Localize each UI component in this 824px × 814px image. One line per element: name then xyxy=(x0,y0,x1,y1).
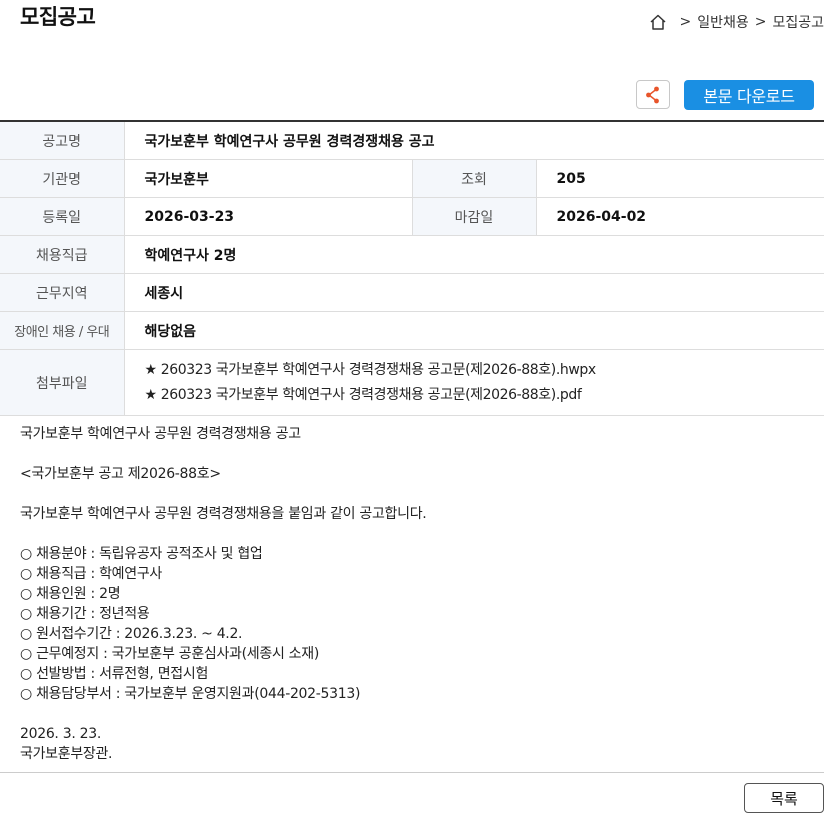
divider xyxy=(0,772,824,773)
table-row: 기관명 국가보훈부 조회 205 xyxy=(0,159,824,198)
attachment-link-hwpx[interactable]: ★ 260323 국가보훈부 학예연구사 경력경쟁채용 공고문(제2026-88… xyxy=(145,358,824,383)
attachment-link-pdf[interactable]: ★ 260323 국가보훈부 학예연구사 경력경쟁채용 공고문(제2026-88… xyxy=(145,383,824,408)
share-button[interactable] xyxy=(636,80,670,109)
notice-body: 국가보훈부 학예연구사 공무원 경력경쟁채용 공고 <국가보훈부 공고 제202… xyxy=(20,424,427,764)
breadcrumb: > 일반채용 > 모집공고 xyxy=(649,12,824,32)
table-row: 첨부파일 ★ 260323 국가보훈부 학예연구사 경력경쟁채용 공고문(제20… xyxy=(0,349,824,416)
body-line: ○ 선발방법 : 서류전형, 면접시험 xyxy=(20,666,209,682)
share-icon xyxy=(646,86,659,103)
list-button[interactable]: 목록 xyxy=(744,783,824,813)
body-line: 국가보훈부장관. xyxy=(20,746,113,762)
body-line xyxy=(20,524,426,544)
agency-label: 기관명 xyxy=(0,159,125,198)
disabled-value: 해당없음 xyxy=(124,311,824,350)
title-label: 공고명 xyxy=(0,121,125,160)
home-icon[interactable] xyxy=(649,13,667,31)
table-row: 장애인 채용 / 우대 해당없음 xyxy=(0,311,824,350)
attachments-list: ★ 260323 국가보훈부 학예연구사 경력경쟁채용 공고문(제2026-88… xyxy=(124,349,824,416)
breadcrumb-separator: > xyxy=(679,14,692,30)
download-button[interactable]: 본문 다운로드 xyxy=(684,80,814,110)
registered-value: 2026-03-23 xyxy=(124,197,413,236)
body-line: 국가보훈부 학예연구사 공무원 경력경쟁채용 공고 xyxy=(20,426,301,442)
table-row: 등록일 2026-03-23 마감일 2026-04-02 xyxy=(0,197,824,236)
body-line: ○ 근무예정지 : 국가보훈부 공훈심사과(세종시 소재) xyxy=(20,646,320,662)
body-line: ○ 채용인원 : 2명 xyxy=(20,586,121,602)
table-row: 근무지역 세종시 xyxy=(0,273,824,312)
breadcrumb-item-general-recruit[interactable]: 일반채용 xyxy=(697,12,749,32)
body-line xyxy=(20,704,426,724)
body-line xyxy=(20,444,426,464)
body-line: <국가보훈부 공고 제2026-88호> xyxy=(20,466,221,482)
views-value: 205 xyxy=(536,159,824,198)
breadcrumb-item-notice[interactable]: 모집공고 xyxy=(772,12,824,32)
attachments-label: 첨부파일 xyxy=(0,349,125,416)
deadline-label: 마감일 xyxy=(412,197,537,236)
body-line: 국가보훈부 학예연구사 공무원 경력경쟁채용을 붙임과 같이 공고합니다. xyxy=(20,506,427,522)
views-label: 조회 xyxy=(412,159,537,198)
breadcrumb-separator: > xyxy=(754,14,767,30)
disabled-label: 장애인 채용 / 우대 xyxy=(0,311,125,350)
position-value: 학예연구사 2명 xyxy=(124,235,824,274)
table-row: 채용직급 학예연구사 2명 xyxy=(0,235,824,274)
location-value: 세종시 xyxy=(124,273,824,312)
body-line: 2026. 3. 23. xyxy=(20,726,102,742)
position-label: 채용직급 xyxy=(0,235,125,274)
body-line: ○ 채용분야 : 독립유공자 공적조사 및 협업 xyxy=(20,546,263,562)
body-line: ○ 채용담당부서 : 국가보훈부 운영지원과(044-202-5313) xyxy=(20,686,361,702)
deadline-value: 2026-04-02 xyxy=(536,197,824,236)
body-line: ○ 채용기간 : 정년적용 xyxy=(20,606,150,622)
body-line xyxy=(20,484,426,504)
agency-value: 국가보훈부 xyxy=(124,159,413,198)
notice-info-table: 공고명 국가보훈부 학예연구사 공무원 경력경쟁채용 공고 기관명 국가보훈부 … xyxy=(0,120,824,416)
body-line: ○ 원서접수기간 : 2026.3.23. ~ 4.2. xyxy=(20,626,243,642)
table-row: 공고명 국가보훈부 학예연구사 공무원 경력경쟁채용 공고 xyxy=(0,121,824,160)
location-label: 근무지역 xyxy=(0,273,125,312)
title-value: 국가보훈부 학예연구사 공무원 경력경쟁채용 공고 xyxy=(124,121,824,160)
page-title: 모집공고 xyxy=(20,5,96,29)
body-line: ○ 채용직급 : 학예연구사 xyxy=(20,566,163,582)
registered-label: 등록일 xyxy=(0,197,125,236)
